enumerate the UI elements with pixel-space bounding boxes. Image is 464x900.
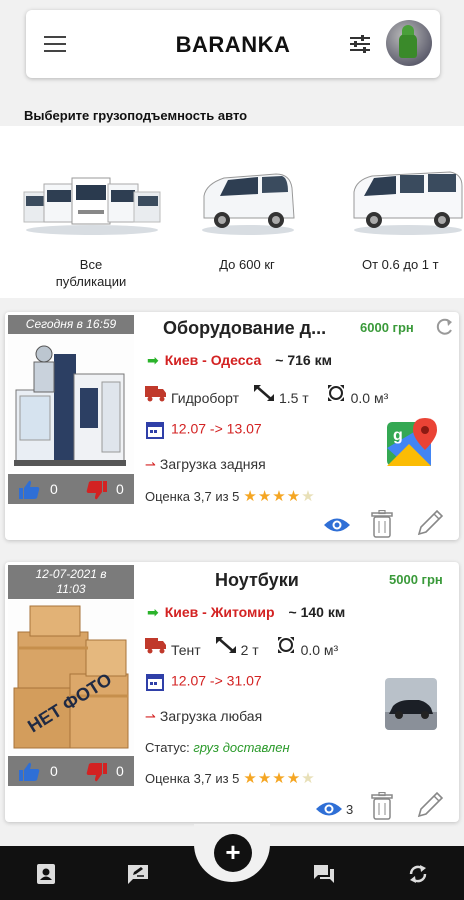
no-photo-boxes-image: НЕТ ФОТО	[8, 600, 134, 754]
category-label-0-6-1t: От 0.6 до 1 т	[362, 257, 439, 272]
trash-icon[interactable]	[371, 510, 393, 538]
date-badge: Сегодня в 16:59	[8, 315, 134, 334]
like-count: 0	[50, 763, 58, 779]
route-arrow-icon: ➡	[147, 604, 159, 620]
status-value: груз доставлен	[193, 740, 290, 755]
volume-icon	[327, 385, 344, 401]
app-title: BARANKA	[175, 32, 291, 57]
google-maps-icon[interactable]: g	[387, 418, 437, 473]
route-arrow-icon: ➡	[147, 352, 159, 368]
sync-icon[interactable]	[406, 862, 430, 886]
refresh-icon[interactable]	[433, 316, 455, 338]
date-badge: 12-07-2021 в 11:03	[8, 565, 134, 599]
volume: 0.0 м³	[300, 642, 339, 659]
truck-fleet-image	[23, 177, 161, 235]
category-label-600kg: До 600 кг	[219, 257, 275, 272]
weight: 1.5 т	[278, 390, 309, 407]
thumbs-down-icon[interactable]	[86, 762, 108, 782]
car-photo-thumbnail[interactable]	[385, 678, 437, 730]
listing-title: Ноутбуки	[215, 570, 299, 590]
rating: Оценка 3,7 из 5 ★★★★★	[145, 488, 316, 505]
rating-stars: ★★★★★	[243, 770, 316, 787]
specs-row: Гидроборт 1.5 т 0.0 м³	[145, 384, 388, 406]
thumbs-up-icon[interactable]	[18, 762, 40, 782]
loading-arrows-icon: ⇀	[145, 709, 156, 724]
eye-icon[interactable]	[315, 800, 343, 818]
listing-price: 5000 грн	[389, 572, 443, 587]
body-type: Гидроборт	[171, 390, 240, 407]
dimensions-arrow-icon	[215, 637, 236, 653]
views-count: 3	[346, 802, 354, 817]
loading-type: ⇀ Загрузка задняя	[145, 456, 266, 472]
vote-bar: 0 0	[8, 756, 134, 786]
volume-icon	[277, 637, 294, 653]
edit-pencil-icon[interactable]	[415, 508, 445, 538]
category-label-all: Все публикации	[55, 257, 127, 289]
volume: 0.0 м³	[350, 390, 389, 407]
edit-pencil-icon[interactable]	[415, 790, 445, 820]
thumbs-up-icon[interactable]	[18, 480, 40, 500]
dimensions-arrow-icon	[253, 385, 274, 401]
contacts-icon[interactable]	[34, 862, 58, 886]
listing-title: Оборудование д...	[163, 318, 327, 338]
like-count: 0	[50, 481, 58, 497]
add-listing-button[interactable]: +	[214, 834, 252, 872]
distance: ~ 716 км	[275, 352, 332, 368]
calendar-icon	[146, 422, 164, 439]
small-van-image	[202, 173, 295, 235]
truck-icon	[145, 386, 166, 402]
dislike-count: 0	[116, 763, 124, 779]
listing-price: 6000 грн	[360, 320, 414, 335]
rating: Оценка 3,7 из 5 ★★★★★	[145, 770, 316, 787]
category-up-to-600kg[interactable]: До 600 кг	[172, 126, 322, 298]
avatar[interactable]	[386, 20, 432, 66]
trash-icon[interactable]	[371, 792, 393, 820]
vote-bar: 0 0	[8, 474, 134, 504]
packaging-machine-photo	[8, 334, 134, 472]
route: ➡ Киев - Одесса ~ 716 км	[147, 352, 332, 368]
filter-settings-icon[interactable]	[348, 32, 372, 56]
eye-icon[interactable]	[323, 516, 351, 534]
listing-card[interactable]: 12-07-2021 в 11:03 НЕТ ФОТО 0 0 Ноутбуки…	[5, 562, 459, 822]
rating-stars: ★★★★★	[243, 488, 316, 505]
calendar-icon	[146, 674, 164, 691]
weight: 2 т	[240, 642, 259, 659]
route: ➡ Киев - Житомир ~ 140 км	[147, 604, 346, 620]
delivery-status: Статус: груз доставлен	[145, 740, 290, 755]
app-bar: BARANKA	[26, 10, 440, 78]
category-section-title: Выберите грузоподъемность авто	[0, 100, 464, 126]
dates-row: 12.07 -> 13.07	[145, 420, 262, 440]
category-all[interactable]: Все публикации	[16, 126, 166, 298]
loading-arrows-icon: ⇀	[145, 457, 156, 472]
listing-card[interactable]: Сегодня в 16:59 0 0 Оборудование д... 60…	[5, 312, 459, 540]
edit-message-icon[interactable]	[126, 862, 150, 886]
distance: ~ 140 км	[288, 604, 346, 620]
category-0-6-to-1t[interactable]: От 0.6 до 1 т	[332, 126, 464, 298]
dislike-count: 0	[116, 481, 124, 497]
thumbs-down-icon[interactable]	[86, 480, 108, 500]
body-type: Тент	[171, 642, 201, 659]
loading-type: ⇀ Загрузка любая	[145, 708, 263, 724]
svg-text:g: g	[393, 427, 403, 444]
van-image	[353, 171, 463, 235]
dates-row: 12.07 -> 31.07	[145, 672, 262, 692]
chat-icon[interactable]	[312, 862, 336, 886]
category-selector: Все публикации До 600 кг От 0.6 до 1 т	[0, 126, 464, 298]
specs-row: Тент 2 т 0.0 м³	[145, 636, 338, 658]
truck-icon	[145, 638, 166, 654]
